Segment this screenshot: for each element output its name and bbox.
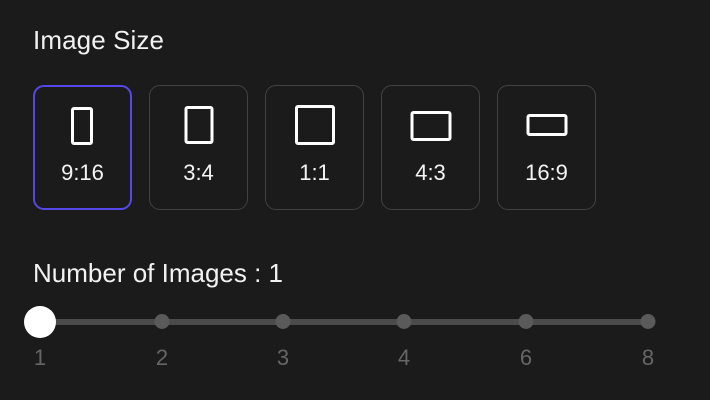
slider-step-6[interactable]	[518, 314, 534, 329]
landscape-ratio-icon	[410, 111, 451, 141]
portrait-ratio-icon	[184, 106, 213, 144]
number-of-images-slider-thumb[interactable]	[24, 306, 56, 338]
aspect-ratio-9-16-button[interactable]: 9:16	[33, 85, 132, 210]
portrait-tall-ratio-icon	[70, 107, 93, 145]
aspect-ratio-16-9-button[interactable]: 16:9	[497, 85, 596, 210]
aspect-ratio-label: 1:1	[299, 160, 330, 185]
slider-value-label: 1	[33, 345, 47, 370]
aspect-ratio-1-1-button[interactable]: 1:1	[265, 85, 364, 210]
slider-step-3[interactable]	[275, 314, 291, 329]
aspect-ratio-label: 3:4	[183, 160, 214, 185]
aspect-ratio-label: 4:3	[415, 160, 446, 185]
slider-step-2[interactable]	[154, 314, 170, 329]
aspect-ratio-label: 9:16	[61, 160, 104, 185]
slider-value-label: 8	[641, 345, 655, 370]
slider-value-label: 2	[155, 345, 169, 370]
aspect-ratio-options: 9:16 3:4 1:1 4:3 16:9	[33, 85, 596, 210]
slider-step-8[interactable]	[640, 314, 656, 329]
aspect-ratio-3-4-button[interactable]: 3:4	[149, 85, 248, 210]
slider-value-label: 3	[276, 345, 290, 370]
slider-step-4[interactable]	[396, 314, 412, 329]
aspect-ratio-label: 16:9	[525, 160, 568, 185]
slider-value-label: 6	[519, 345, 533, 370]
slider-value-label: 4	[397, 345, 411, 370]
number-of-images-title: Number of Images : 1	[33, 258, 283, 288]
widescreen-ratio-icon	[526, 114, 567, 136]
aspect-ratio-4-3-button[interactable]: 4:3	[381, 85, 480, 210]
square-ratio-icon	[294, 105, 335, 145]
number-of-images-slider-track[interactable]	[40, 319, 648, 325]
image-size-title: Image Size	[33, 25, 165, 55]
